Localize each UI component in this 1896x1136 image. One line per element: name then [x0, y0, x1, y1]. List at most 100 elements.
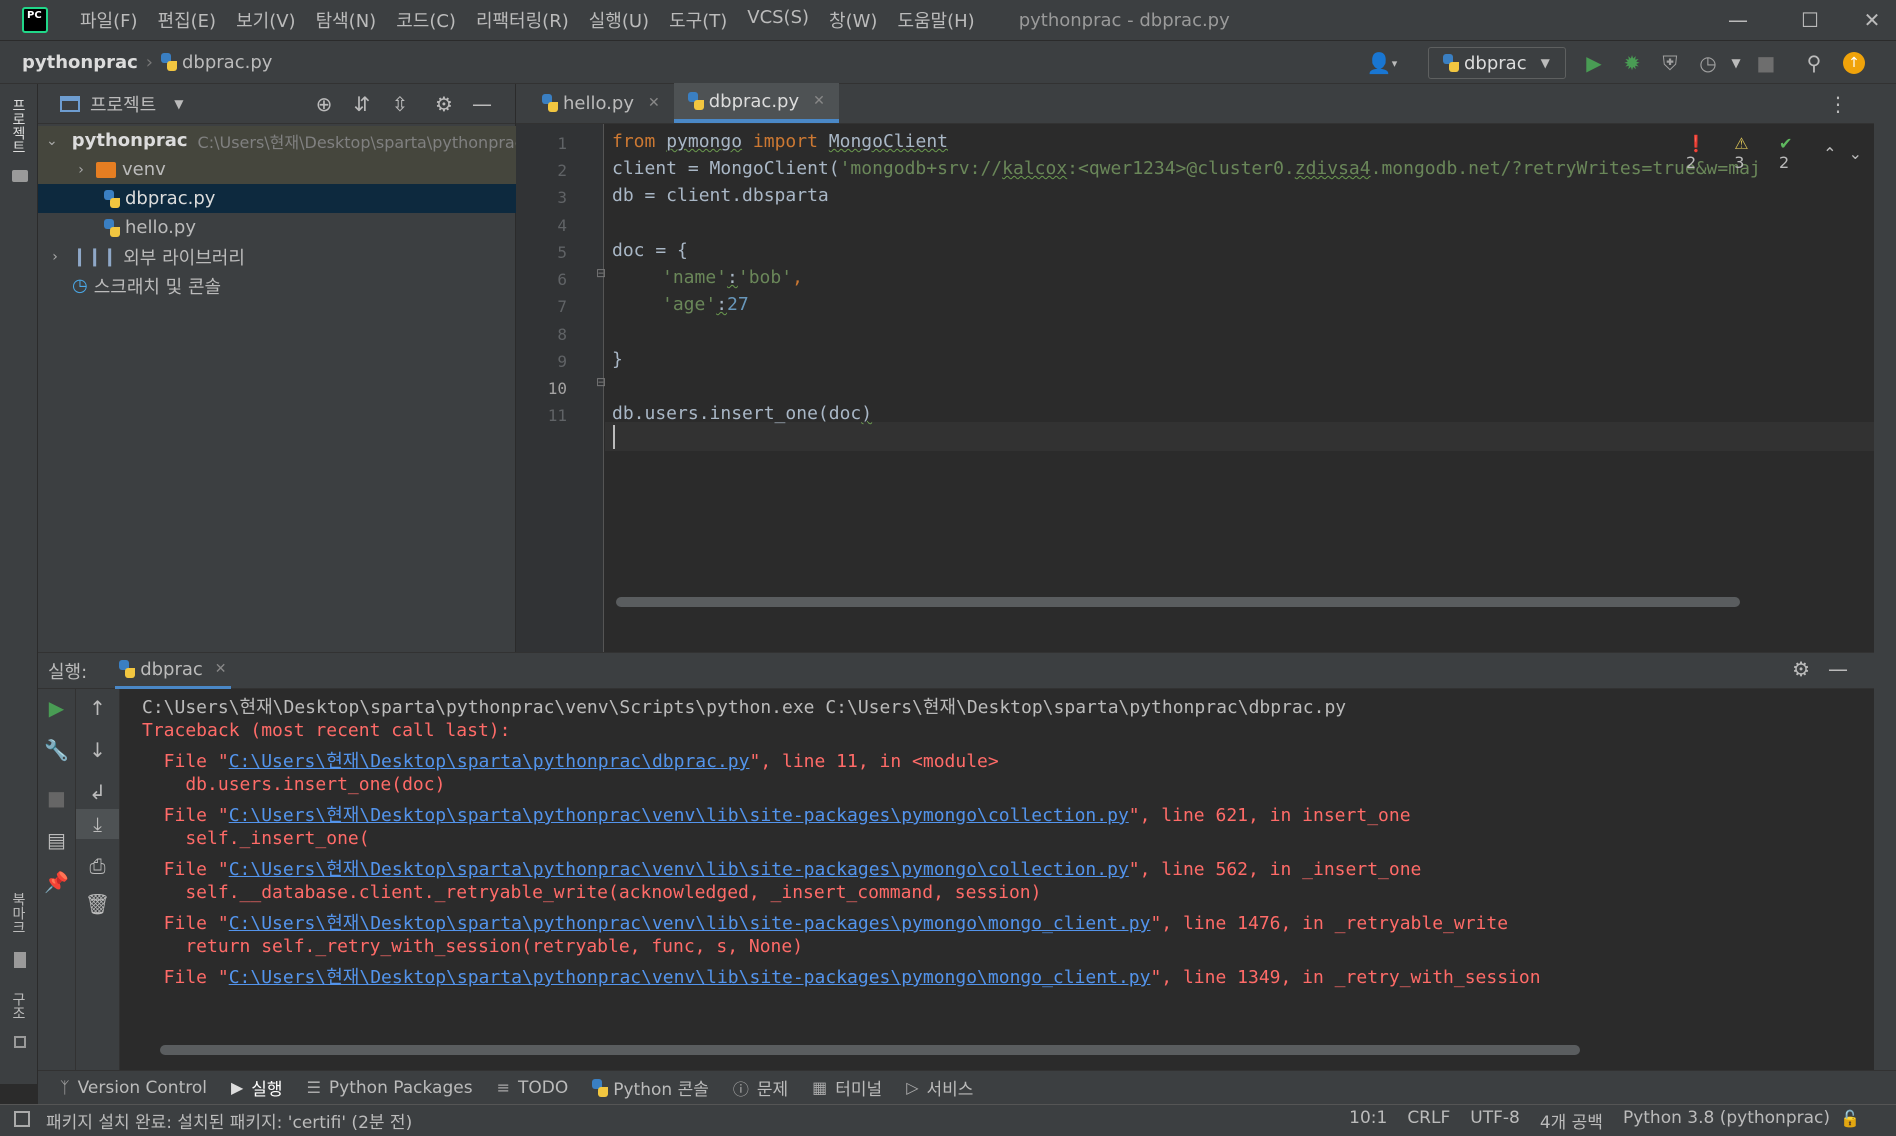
soft-wrap-icon[interactable]: ↲: [76, 777, 119, 807]
lock-icon[interactable]: 🔓: [1840, 1109, 1860, 1128]
run-panel-header: 실행: dbprac ✕ ⚙ —: [38, 653, 1874, 689]
structure-tool-tab[interactable]: 구조: [8, 992, 28, 1020]
tree-item-scratches[interactable]: ◷ 스크래치 및 콘솔: [38, 271, 516, 300]
minimize-icon[interactable]: —: [1714, 0, 1762, 40]
search-icon[interactable]: ⚲: [1800, 49, 1828, 77]
run-config-selector[interactable]: dbprac ▼: [1428, 47, 1566, 79]
file-link[interactable]: C:\Users\현재\Desktop\sparta\pythonprac\db…: [229, 751, 750, 772]
run-icon[interactable]: ▶: [1580, 49, 1608, 77]
chevron-up-icon[interactable]: ⌃: [1823, 144, 1836, 163]
tool-tab-problems[interactable]: ⓘ 문제: [721, 1075, 800, 1101]
file-link[interactable]: C:\Users\현재\Desktop\sparta\pythonprac\ve…: [229, 805, 1129, 826]
horizontal-scrollbar[interactable]: [616, 597, 1740, 607]
menu-tools[interactable]: 도구(T): [659, 7, 737, 33]
arrow-up-icon[interactable]: ↑: [76, 693, 119, 723]
close-tab-icon[interactable]: ✕: [648, 95, 660, 111]
stop-icon[interactable]: ■: [1752, 49, 1780, 77]
menu-run[interactable]: 실행(U): [579, 7, 659, 33]
line-separator[interactable]: CRLF: [1407, 1108, 1450, 1133]
tree-item-external-libraries[interactable]: › ❙❙❙ 외부 라이브러리: [38, 242, 516, 271]
console-frame-code: return self._retry_with_session(retryabl…: [142, 936, 804, 957]
breadcrumb-file[interactable]: dbprac.py: [182, 52, 272, 73]
tool-tab-python-packages[interactable]: ☰ Python Packages: [295, 1078, 485, 1098]
project-panel-title: 프로젝트: [90, 94, 157, 116]
menu-refactor[interactable]: 리팩터링(R): [466, 7, 579, 33]
line-number: 7: [557, 297, 567, 316]
menu-help[interactable]: 도움말(H): [887, 7, 984, 33]
chevron-down-icon[interactable]: ⌄: [1849, 144, 1862, 163]
menu-navigate[interactable]: 탐색(N): [306, 7, 387, 33]
tree-item-venv[interactable]: › venv: [38, 155, 516, 184]
current-line-highlight: [605, 422, 1874, 451]
inspection-widget[interactable]: ❗ 2 ⚠ 3 ✔ 2 ⌃ ⌄: [1686, 134, 1874, 172]
python-file-icon: [119, 660, 136, 678]
gear-icon[interactable]: ⚙: [1792, 657, 1810, 681]
bookmarks-tool-tab[interactable]: 북마크: [8, 892, 28, 934]
chevron-down-icon: ⌄: [46, 132, 58, 149]
arrow-down-icon[interactable]: ↓: [76, 735, 119, 765]
stop-icon[interactable]: ■: [38, 783, 75, 813]
layout-icon[interactable]: ▤: [38, 825, 75, 855]
rerun-icon[interactable]: ▶: [38, 693, 75, 723]
file-link[interactable]: C:\Users\현재\Desktop\sparta\pythonprac\ve…: [229, 967, 1151, 988]
scroll-to-end-icon[interactable]: ⤓: [76, 809, 119, 839]
close-tab-icon[interactable]: ✕: [215, 661, 227, 677]
breadcrumb-project[interactable]: pythonprac: [22, 52, 138, 73]
tab-hello-py[interactable]: hello.py ✕: [528, 83, 674, 123]
tool-tab-python-console[interactable]: Python 콘솔: [580, 1075, 721, 1100]
code-line-2: client = MongoClient('mongodb+srv://kalc…: [612, 158, 1761, 179]
print-icon[interactable]: ⎙: [76, 851, 119, 881]
wrench-icon[interactable]: 🔧: [38, 735, 75, 765]
user-account-icon[interactable]: 👤 ▾: [1360, 49, 1404, 77]
menu-code[interactable]: 코드(C): [386, 7, 466, 33]
caret-position[interactable]: 10:1: [1349, 1108, 1387, 1133]
more-tabs-icon[interactable]: ⋮: [1828, 92, 1848, 116]
console-output[interactable]: C:\Users\현재\Desktop\sparta\pythonprac\ve…: [120, 689, 1874, 1071]
python-interpreter[interactable]: Python 3.8 (pythonprac): [1623, 1108, 1830, 1133]
expand-all-icon[interactable]: ⇵: [348, 90, 376, 118]
tab-dbprac-py[interactable]: dbprac.py ✕: [673, 83, 839, 123]
status-message[interactable]: 패키지 설치 완료: 설치된 패키지: 'certifi' (2분 전): [46, 1108, 412, 1133]
hide-panel-icon[interactable]: —: [468, 90, 496, 118]
menu-window[interactable]: 창(W): [819, 7, 887, 33]
toggle-tool-windows-icon[interactable]: [14, 1111, 30, 1127]
file-encoding[interactable]: UTF-8: [1470, 1108, 1520, 1133]
project-tool-tab[interactable]: 프로젝트: [8, 98, 28, 154]
file-link[interactable]: C:\Users\현재\Desktop\sparta\pythonprac\ve…: [229, 913, 1151, 934]
pin-icon[interactable]: 📌: [38, 867, 75, 897]
locate-icon[interactable]: ⊕: [310, 90, 338, 118]
tool-tab-todo[interactable]: ≡ TODO: [485, 1078, 581, 1098]
coverage-icon[interactable]: ⛨: [1656, 49, 1684, 77]
console-frame-code: self._insert_one(: [142, 828, 370, 849]
tree-item-dbprac[interactable]: dbprac.py: [38, 184, 516, 213]
horizontal-scrollbar[interactable]: [160, 1045, 1580, 1055]
tool-tab-terminal[interactable]: ▦ 터미널: [800, 1075, 894, 1100]
run-tab-dbprac[interactable]: dbprac ✕: [115, 653, 231, 689]
fold-icon[interactable]: ⊟: [596, 266, 606, 280]
project-view-selector[interactable]: 프로젝트 ▼: [60, 91, 183, 117]
tool-tab-run[interactable]: ▶ 실행: [219, 1075, 295, 1100]
menu-vcs[interactable]: VCS(S): [737, 7, 819, 33]
tool-tab-version-control[interactable]: ᛉ Version Control: [48, 1078, 219, 1098]
trash-icon[interactable]: 🗑: [76, 889, 119, 919]
debug-icon[interactable]: ✹: [1618, 49, 1646, 77]
indentation[interactable]: 4개 공백: [1540, 1108, 1603, 1133]
file-link[interactable]: C:\Users\현재\Desktop\sparta\pythonprac\ve…: [229, 859, 1129, 880]
fold-icon[interactable]: ⊟: [596, 375, 606, 389]
collapse-all-icon[interactable]: ⇳: [386, 90, 414, 118]
maximize-icon[interactable]: ☐: [1786, 0, 1834, 40]
menu-view[interactable]: 보기(V): [226, 7, 305, 33]
update-icon[interactable]: ↑: [1840, 49, 1868, 77]
tree-item-project-root[interactable]: ⌄ pythonprac C:\Users\현재\Desktop\sparta\…: [38, 126, 516, 155]
menu-file[interactable]: 파일(F): [70, 7, 148, 33]
tree-item-hello[interactable]: hello.py: [38, 213, 516, 242]
menu-edit[interactable]: 편집(E): [148, 7, 227, 33]
branch-icon: ᛉ: [60, 1078, 70, 1097]
close-tab-icon[interactable]: ✕: [813, 93, 825, 109]
hide-panel-icon[interactable]: —: [1828, 657, 1848, 681]
more-run-options-icon[interactable]: ▼: [1722, 49, 1750, 77]
close-icon[interactable]: ✕: [1848, 0, 1896, 40]
gear-icon[interactable]: ⚙: [430, 90, 458, 118]
tool-tab-services[interactable]: ▷ 서비스: [894, 1075, 985, 1100]
profile-icon[interactable]: ◷: [1694, 49, 1722, 77]
